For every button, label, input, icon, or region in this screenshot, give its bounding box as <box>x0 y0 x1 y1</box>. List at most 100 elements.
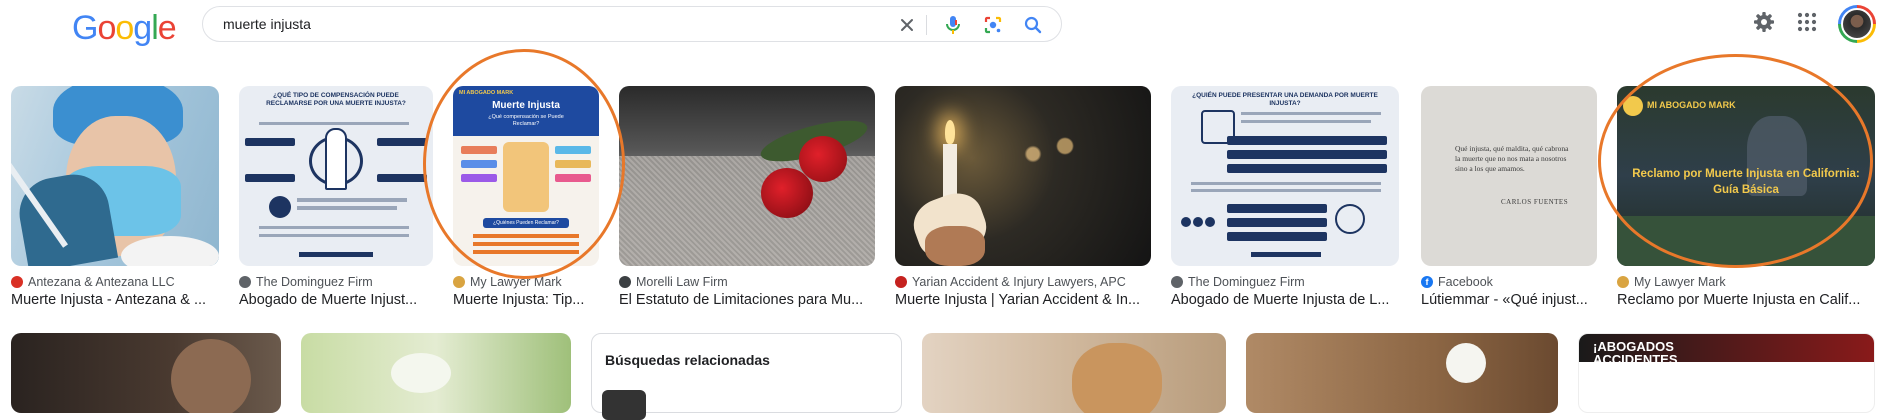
image-result[interactable] <box>11 333 281 413</box>
result-source: My Lawyer Mark <box>1617 274 1726 290</box>
result-image[interactable]: MI ABOGADO MARK Muerte Injusta ¿Qué comp… <box>453 86 599 266</box>
source-label: Yarian Accident & Injury Lawyers, APC <box>912 275 1126 289</box>
tombstone-icon <box>325 128 347 190</box>
site-favicon <box>619 276 631 288</box>
text-line <box>1241 120 1371 123</box>
glove <box>121 236 219 266</box>
brand-label: MI ABOGADO MARK <box>459 90 514 96</box>
google-logo[interactable]: Google <box>72 9 177 48</box>
label-box <box>377 174 427 182</box>
text-line <box>1241 112 1381 115</box>
result-image[interactable] <box>895 86 1151 266</box>
divider <box>926 15 927 35</box>
document-illustration <box>503 142 549 212</box>
result-image[interactable] <box>619 86 875 266</box>
firm-logo <box>299 252 373 257</box>
result-image[interactable]: ¿QUIÉN PUEDE PRESENTAR UNA DEMANDA POR M… <box>1171 86 1399 266</box>
image-result[interactable] <box>922 333 1226 413</box>
source-label: Morelli Law Firm <box>636 275 728 289</box>
result-image[interactable] <box>11 86 219 266</box>
brand-label: MI ABOGADO MARK <box>1647 100 1736 110</box>
grass <box>1617 216 1875 266</box>
source-label: My Lawyer Mark <box>1634 275 1726 289</box>
icon-column <box>461 146 497 194</box>
book-author: CARLOS FUENTES <box>1501 198 1569 206</box>
image-result[interactable] <box>1246 333 1558 413</box>
infographic-title: Muerte Injusta <box>492 100 560 111</box>
person-silhouette <box>1072 343 1162 413</box>
label-box <box>245 138 295 146</box>
label-box <box>1227 136 1387 145</box>
close-icon[interactable] <box>896 14 918 36</box>
result-source: Antezana & Antezana LLC <box>11 274 175 290</box>
microphone-icon[interactable] <box>942 14 964 36</box>
site-favicon <box>239 276 251 288</box>
result-title[interactable]: Abogado de Muerte Injust... <box>239 292 433 308</box>
text-line <box>259 226 409 229</box>
text-line <box>297 198 407 202</box>
header: Google <box>0 0 1882 60</box>
list-line <box>473 250 579 254</box>
brand-logo <box>1623 96 1643 116</box>
result-title[interactable]: Lútiemmar - «Qué injust... <box>1421 292 1597 308</box>
related-thumbnail[interactable] <box>602 390 646 420</box>
site-favicon <box>895 276 907 288</box>
candle-flame <box>945 120 955 144</box>
red-rose <box>761 168 813 218</box>
result-source: My Lawyer Mark <box>453 274 562 290</box>
icon-column <box>555 146 591 194</box>
text-line <box>259 122 409 125</box>
lens-icon[interactable] <box>982 14 1004 36</box>
related-searches: Búsquedas relacionadas <box>591 333 902 420</box>
source-label: Facebook <box>1438 275 1493 289</box>
result-title[interactable]: Reclamo por Muerte Injusta en Calif... <box>1617 292 1875 308</box>
label-box <box>245 174 295 182</box>
apps-grid-icon[interactable] <box>1795 10 1819 34</box>
facebook-icon: f <box>1421 276 1433 288</box>
search-input[interactable] <box>223 13 863 35</box>
site-favicon <box>11 276 23 288</box>
infographic-heading: ¿QUÉ TIPO DE COMPENSACIÓN PUEDE RECLAMAR… <box>266 92 406 107</box>
lily-flower <box>1446 343 1486 383</box>
site-favicon <box>453 276 465 288</box>
banner-text: ¡ABOGADOS ACCIDENTES <box>1593 339 1678 367</box>
result-title[interactable]: Muerte Injusta | Yarian Accident & In... <box>895 292 1151 308</box>
site-favicon <box>1171 276 1183 288</box>
hand <box>925 226 985 266</box>
label-box <box>1227 164 1387 173</box>
site-favicon <box>1617 276 1629 288</box>
result-source: Yarian Accident & Injury Lawyers, APC <box>895 274 1126 290</box>
result-title[interactable]: Muerte Injusta: Tip... <box>453 292 599 308</box>
label-box <box>1227 232 1327 241</box>
result-image[interactable]: Qué injusta, qué maldita, qué cabrona la… <box>1421 86 1597 266</box>
source-label: My Lawyer Mark <box>470 275 562 289</box>
related-searches-heading: Búsquedas relacionadas <box>605 352 770 368</box>
firm-logo <box>1251 252 1321 257</box>
avatar[interactable] <box>1838 5 1876 43</box>
result-source: f Facebook <box>1421 274 1493 290</box>
text-line <box>1191 182 1381 185</box>
image-result[interactable]: ¡ABOGADOS ACCIDENTES <box>1578 333 1875 413</box>
result-image[interactable]: ¿QUÉ TIPO DE COMPENSACIÓN PUEDE RECLAMAR… <box>239 86 433 266</box>
gear-icon[interactable] <box>1752 10 1776 34</box>
infographic-subtitle: ¿Qué compensación se Puede Reclamar? <box>488 114 564 127</box>
image-result[interactable] <box>301 333 571 413</box>
label-box <box>1227 150 1387 159</box>
result-title[interactable]: El Estatuto de Limitaciones para Mu... <box>619 292 875 308</box>
text-line <box>1191 189 1381 192</box>
list-line <box>473 242 579 246</box>
white-flowers <box>391 353 451 393</box>
result-title[interactable]: Abogado de Muerte Injusta de L... <box>1171 292 1399 308</box>
image-headline: Reclamo por Muerte Injusta en California… <box>1632 168 1860 180</box>
background-lights <box>985 106 1145 186</box>
person-circle-icon <box>1335 204 1365 234</box>
search-icon[interactable] <box>1022 14 1044 36</box>
text-line <box>259 234 409 237</box>
source-label: The Dominguez Firm <box>1188 275 1305 289</box>
image-subheadline: Guía Básica <box>1713 184 1779 196</box>
result-image[interactable]: MI ABOGADO MARK Reclamo por Muerte Injus… <box>1617 86 1875 266</box>
result-title[interactable]: Muerte Injusta - Antezana & ... <box>11 292 221 308</box>
result-source: Morelli Law Firm <box>619 274 728 290</box>
list-line <box>473 234 579 238</box>
book-quote: Qué injusta, qué maldita, qué cabrona la… <box>1455 144 1569 173</box>
